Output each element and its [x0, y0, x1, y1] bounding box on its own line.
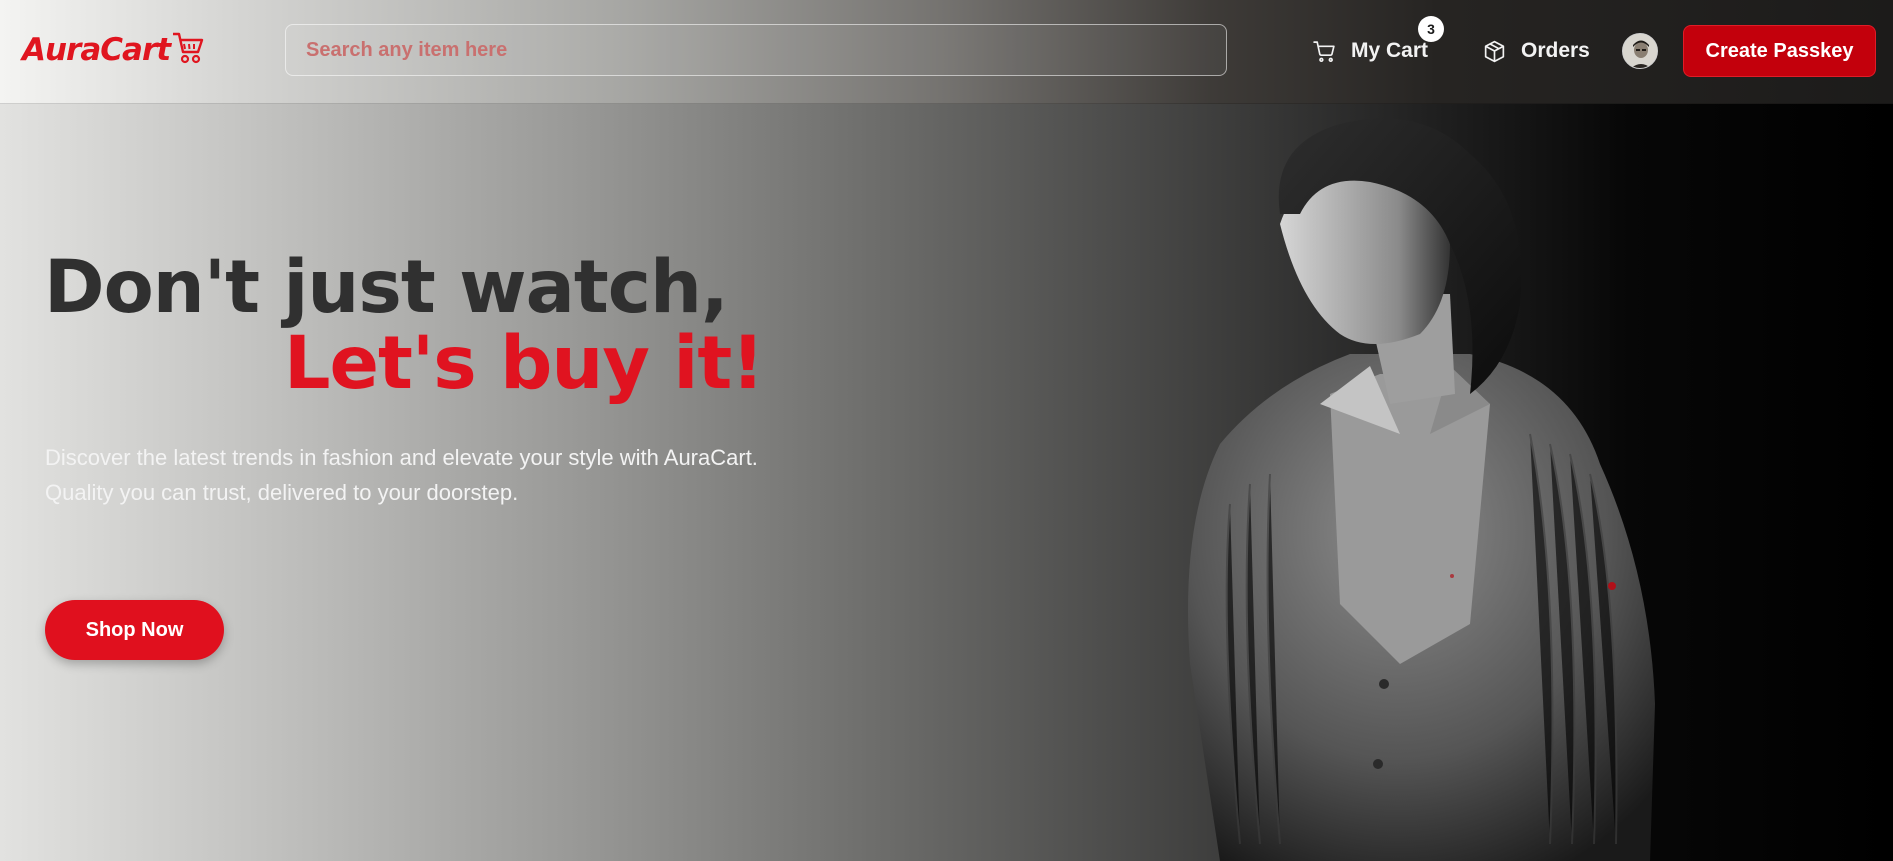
top-navbar: AuraCart My Cart 3 Orders — [0, 0, 1893, 104]
search-input[interactable] — [306, 25, 1226, 75]
auracart-logo[interactable]: AuraCart — [22, 30, 212, 74]
logo-text: AuraCart — [22, 32, 171, 68]
my-cart-link[interactable]: My Cart 3 — [1312, 16, 1444, 72]
search-bar[interactable] — [285, 24, 1227, 76]
hero-headline-line1: Don't just watch, — [44, 245, 729, 330]
orders-link[interactable]: Orders — [1482, 30, 1590, 72]
user-avatar[interactable] — [1622, 33, 1658, 69]
cart-icon — [1313, 40, 1335, 62]
cart-label: My Cart — [1351, 39, 1429, 62]
shop-now-button[interactable]: Shop Now — [45, 600, 224, 660]
hero-description-line2: Quality you can trust, delivered to your… — [45, 480, 519, 505]
package-icon — [1484, 40, 1505, 62]
hero-headline-line2: Let's buy it! — [284, 321, 765, 406]
hero-description: Discover the latest trends in fashion an… — [45, 440, 945, 510]
logo-cart-icon — [173, 32, 204, 64]
create-passkey-button[interactable]: Create Passkey — [1683, 25, 1876, 77]
cart-count-badge: 3 — [1418, 16, 1444, 42]
hero-model-image — [1188, 118, 1655, 861]
avatar-image — [1623, 34, 1657, 68]
hero-description-line1: Discover the latest trends in fashion an… — [45, 445, 758, 470]
orders-label: Orders — [1521, 39, 1590, 62]
